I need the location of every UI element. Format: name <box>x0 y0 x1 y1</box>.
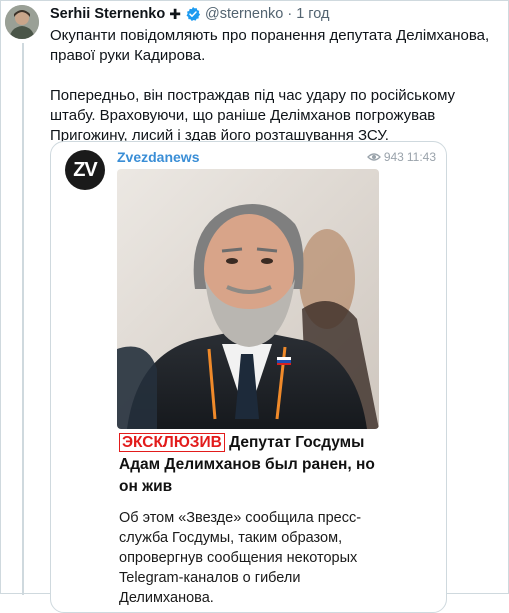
view-count: 943 <box>383 150 404 164</box>
cross-badge-icon: ✚ <box>169 5 181 22</box>
tweet-card[interactable]: Serhii Sternenko ✚ @sternenko · 1 год Ок… <box>0 0 509 613</box>
author-handle[interactable]: @sternenko <box>205 6 283 22</box>
embedded-screenshot[interactable]: ZV Zvezdanews 943 11:43 ЭКСКЛЮЗИВ Депута… <box>50 141 447 613</box>
verified-badge-icon <box>186 7 201 21</box>
post-time: 11:43 <box>406 150 436 164</box>
author-name[interactable]: Serhii Sternenko <box>50 6 165 22</box>
eye-icon <box>366 153 381 161</box>
post-headline: ЭКСКЛЮЗИВ Депутат Госдумы Адам Делимхано… <box>119 432 389 498</box>
tweet-text: Окупанти повідомляють про поранення депу… <box>50 26 502 146</box>
tweet-paragraph-1: Окупанти повідомляють про поранення депу… <box>50 27 490 64</box>
post-meta: 943 11:43 <box>366 150 436 164</box>
photo-image <box>117 169 379 429</box>
avatar[interactable] <box>5 5 39 39</box>
thread-line <box>22 43 24 595</box>
separator-dot: · <box>287 6 293 22</box>
post-photo <box>117 169 379 429</box>
tweet-paragraph-2: Попередньо, він постраждав під час удару… <box>50 87 456 144</box>
tweet-header: Serhii Sternenko ✚ @sternenko · 1 год <box>50 4 330 24</box>
tweet-timestamp[interactable]: 1 год <box>296 6 329 22</box>
exclusive-tag: ЭКСКЛЮЗИВ <box>119 433 225 452</box>
channel-name: Zvezdanews <box>117 149 200 165</box>
avatar-image <box>5 5 39 39</box>
post-body: Об этом «Звезде» сообщила пресс-служба Г… <box>119 510 362 606</box>
channel-logo: ZV <box>65 150 105 190</box>
